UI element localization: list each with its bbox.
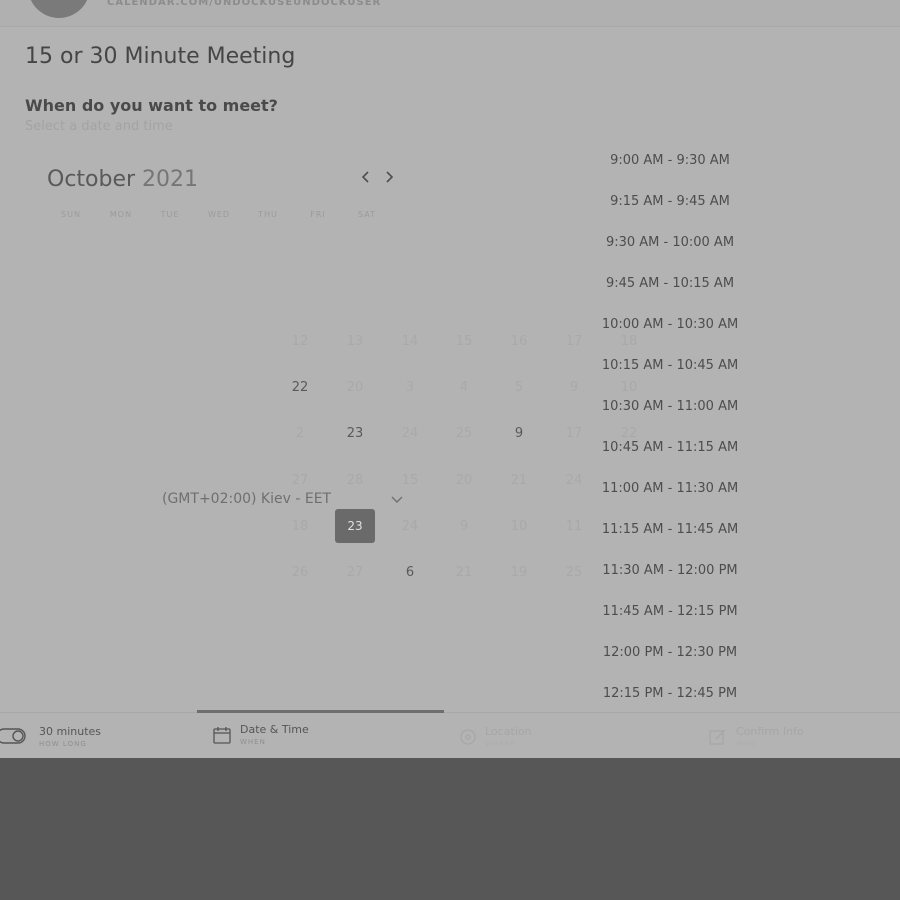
calendar-day[interactable]: 22 [280,376,320,400]
calendar-day[interactable]: 18 [609,330,649,354]
calendar-day[interactable]: 24 [390,515,430,539]
calendar-day[interactable]: 27 [280,469,320,493]
calendar-day[interactable]: 25 [444,422,484,446]
profile-header: CALENDAR.COM/UNDOCKUSEUNDOCKUSER [0,0,900,27]
next-month-button[interactable] [382,170,396,188]
chevron-left-icon [361,171,369,183]
weekday-sat: SAT [358,210,376,219]
time-slot[interactable]: 12:00 PM - 12:30 PM [585,645,755,660]
calendar-icon [213,727,231,744]
time-slot[interactable]: 10:15 AM - 10:45 AM [585,358,755,373]
calendar-day[interactable]: 20 [335,376,375,400]
calendar-day[interactable]: 21 [444,561,484,585]
calendar-day[interactable]: 2 [280,422,320,446]
calendar-day[interactable]: 10 [499,515,539,539]
time-slot[interactable]: 9:00 AM - 9:30 AM [585,153,755,168]
month-label: October 2021 [47,167,198,192]
weekday-thu: THU [258,210,278,219]
profile-url: CALENDAR.COM/UNDOCKUSEUNDOCKUSER [107,0,382,8]
avatar [28,0,90,18]
tab-location-label: Location [485,725,532,738]
calendar-day[interactable]: 10 [609,376,649,400]
calendar-day[interactable]: 4 [444,376,484,400]
calendar-day[interactable]: 9 [499,422,539,446]
calendar-day[interactable]: 26 [280,561,320,585]
calendar-day[interactable]: 14 [390,330,430,354]
time-slot[interactable]: 10:00 AM - 10:30 AM [585,317,755,332]
weekday-sun: SUN [61,210,81,219]
tab-confirm-label: Confirm Info [736,725,804,738]
tab-confirm-sub: WHO [736,740,757,748]
weekday-mon: MON [109,210,133,219]
chevron-down-icon[interactable] [389,491,405,507]
calendar-day[interactable]: 19 [499,561,539,585]
time-slot[interactable]: 9:15 AM - 9:45 AM [585,194,755,209]
tab-duration-label: 30 minutes [39,725,102,738]
active-tab-indicator [197,710,444,713]
calendar-day[interactable]: 5 [499,376,539,400]
calendar-day[interactable]: 24 [390,422,430,446]
tab-duration-sub: HOW LONG [39,740,87,748]
calendar-day[interactable]: 13 [335,330,375,354]
calendar-day[interactable]: 23 [335,422,375,446]
year-label: 2021 [142,167,199,192]
calendar-day[interactable]: 28 [335,469,375,493]
section-subtitle: Select a date and time [25,119,173,134]
location-icon [460,729,476,745]
selected-day[interactable]: 23 [335,509,375,543]
time-slot[interactable]: 11:00 AM - 11:30 AM [585,481,755,496]
calendar-day[interactable]: 16 [499,330,539,354]
time-slot[interactable]: 11:45 AM - 12:15 PM [585,604,755,619]
time-slot[interactable]: 9:30 AM - 10:00 AM [585,235,755,250]
section-heading: When do you want to meet? [25,96,278,115]
calendar-day[interactable]: 3 [390,376,430,400]
tab-date-time-label: Date & Time [240,723,309,736]
calendar-day[interactable]: 15 [390,469,430,493]
toggle-icon [0,728,26,744]
tab-date-time-sub: WHEN [240,738,266,746]
time-slot[interactable]: 12:15 PM - 12:45 PM [585,686,755,701]
weekday-wed: WED [207,210,231,219]
time-slot[interactable]: 11:15 AM - 11:45 AM [585,522,755,537]
time-slot[interactable]: 10:45 AM - 11:15 AM [585,440,755,455]
tab-location-sub: WHERE [485,740,516,748]
calendar-day[interactable]: 17 [554,330,594,354]
booking-page: CALENDAR.COM/UNDOCKUSEUNDOCKUSER 15 or 3… [0,0,900,758]
calendar-day[interactable]: 9 [554,376,594,400]
month-name: October [47,167,136,192]
time-slot[interactable]: 11:30 AM - 12:00 PM [585,563,755,578]
calendar-day[interactable]: 20 [444,469,484,493]
weekday-fri: FRI [310,210,326,219]
timezone-select[interactable]: (GMT+02:00) Kiev - EET [162,491,331,507]
calendar-day[interactable]: 15 [444,330,484,354]
event-title: 15 or 30 Minute Meeting [25,44,296,69]
time-slot[interactable]: 9:45 AM - 10:15 AM [585,276,755,291]
calendar-day[interactable]: 9 [444,515,484,539]
calendar-day[interactable]: 21 [499,469,539,493]
edit-icon [709,729,726,745]
chevron-right-icon [386,171,394,183]
weekday-tue: TUE [160,210,180,219]
calendar-day[interactable]: 12 [280,330,320,354]
time-slot[interactable]: 10:30 AM - 11:00 AM [585,399,755,414]
calendar-day[interactable]: 18 [280,515,320,539]
prev-month-button[interactable] [359,170,373,188]
calendar-day[interactable]: 6 [390,561,430,585]
calendar-day[interactable]: 27 [335,561,375,585]
